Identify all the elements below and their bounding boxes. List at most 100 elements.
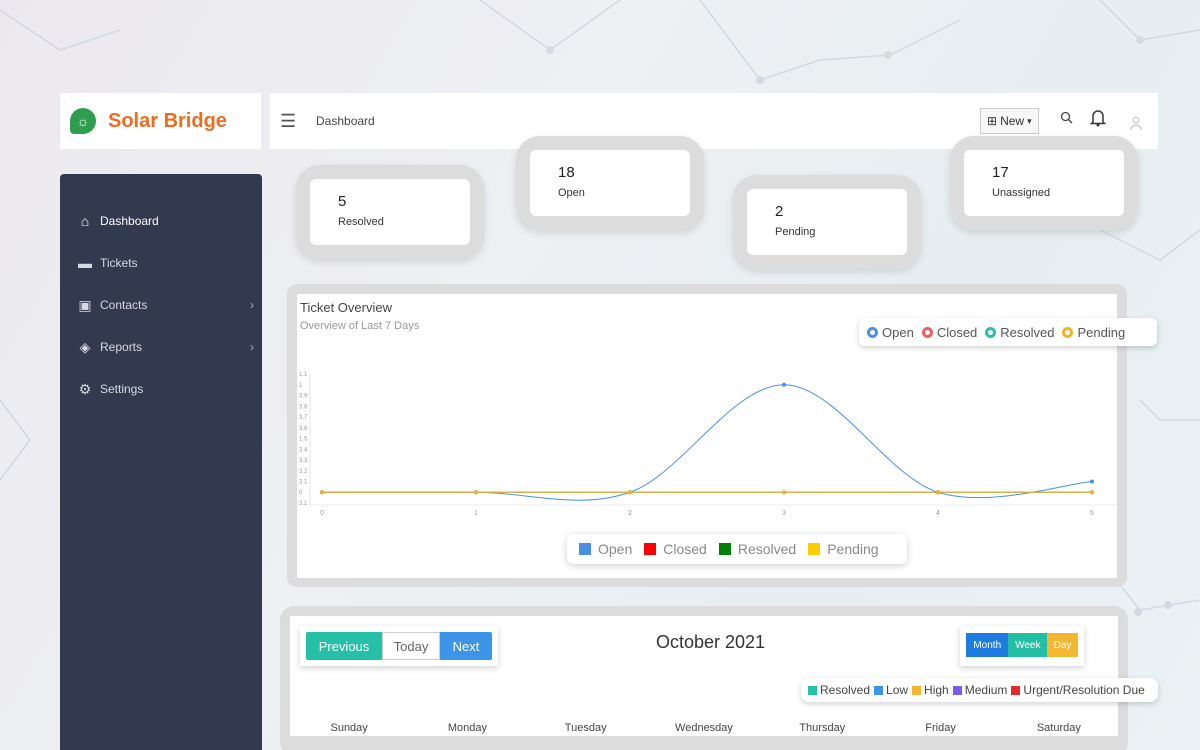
legend-item-high: High <box>912 683 949 697</box>
sidebar-item-contacts[interactable]: ▣ Contacts › <box>60 284 262 326</box>
sidebar: ⌂ Dashboard ▬ Tickets ▣ Contacts › ◈ Rep… <box>60 174 262 750</box>
legend-label: High <box>924 683 949 697</box>
legend-item-resolved[interactable]: Resolved <box>718 541 796 557</box>
legend-ring <box>921 326 933 338</box>
legend-item-pending[interactable]: Pending <box>808 541 879 557</box>
previous-button[interactable]: Previous <box>306 632 382 660</box>
bell-icon[interactable] <box>1089 109 1107 130</box>
x-tick-label: 4 <box>936 510 940 517</box>
x-tick-label: 0 <box>320 510 324 517</box>
stat-card-resolved[interactable]: 5 Resolved <box>296 165 484 259</box>
next-button[interactable]: Next <box>440 632 492 660</box>
legend-swatch <box>718 543 731 555</box>
y-tick-label: 3.8 <box>299 404 308 410</box>
sidebar-item-reports[interactable]: ◈ Reports › <box>60 326 262 368</box>
week-view-button[interactable]: Week <box>1008 633 1048 657</box>
stat-value: 18 <box>558 164 575 181</box>
stat-label: Open <box>558 187 585 199</box>
legend-swatch <box>874 685 884 695</box>
weekday-label: Saturday <box>1036 722 1081 734</box>
stat-label: Pending <box>775 226 816 238</box>
day-view-button[interactable]: Day <box>1047 633 1078 657</box>
legend-swatch <box>579 543 591 555</box>
y-tick-label: 3.7 <box>299 415 308 421</box>
legend-item-resolved[interactable]: Resolved <box>985 325 1054 340</box>
weekday-label: Wednesday <box>675 722 733 734</box>
chart-legend-top: Open Closed Resolved Pending <box>859 318 1157 346</box>
legend-label: Urgent/Resolution Due <box>1023 683 1145 697</box>
sidebar-item-settings[interactable]: ⚙ Settings <box>60 368 262 410</box>
legend-swatch <box>952 685 962 695</box>
sidebar-item-label: Dashboard <box>100 214 159 228</box>
legend-item-low: Low <box>874 683 908 697</box>
legend-item-open[interactable]: Open <box>579 541 632 557</box>
x-tick-label: 5 <box>1090 510 1094 517</box>
y-tick-label: 3.6 <box>299 426 308 432</box>
weekday-label: Sunday <box>330 722 368 734</box>
legend-label: Open <box>598 541 633 557</box>
calendar-panel: Previous Today Next October 2021 Month W… <box>280 606 1158 750</box>
legend-item-open[interactable]: Open <box>867 325 914 340</box>
brand-logo[interactable]: ☼ Solar Bridge <box>60 93 261 149</box>
stat-card-pending[interactable]: 2 Pending <box>733 175 921 269</box>
weekday-header: Sunday Monday Tuesday Wednesday Thursday… <box>290 722 1118 734</box>
legend-label: Closed <box>936 324 978 340</box>
weekday-label: Monday <box>447 722 487 734</box>
data-point-pending <box>628 490 632 495</box>
sidebar-item-tickets[interactable]: ▬ Tickets <box>60 242 262 284</box>
calendar: Previous Today Next October 2021 Month W… <box>290 616 1158 736</box>
ticket-icon: ▬ <box>78 255 92 271</box>
legend-label: Pending <box>827 541 879 557</box>
y-tick-label: 3.4 <box>299 447 308 453</box>
chart-container: Ticket Overview Overview of Last 7 Days … <box>297 294 1157 578</box>
calendar-nav-group: Previous Today Next <box>300 626 498 666</box>
y-tick-label: 3.2 <box>299 469 308 475</box>
contact-card-icon: ▣ <box>78 296 92 313</box>
stat-value: 17 <box>992 164 1009 181</box>
x-tick-label: 1 <box>474 510 478 517</box>
weekday-label: Friday <box>925 722 956 734</box>
legend-ring <box>985 326 997 338</box>
gear-icon: ⚙ <box>78 380 92 397</box>
chevron-right-icon: › <box>250 298 254 312</box>
today-button[interactable]: Today <box>382 632 440 660</box>
legend-ring <box>1062 326 1074 338</box>
layers-icon: ◈ <box>79 338 91 355</box>
hamburger-icon[interactable]: ☰ <box>280 111 298 132</box>
legend-label: Medium <box>964 683 1008 697</box>
legend-item-closed[interactable]: Closed <box>644 541 707 557</box>
calendar-legend: Resolved Low High Medium Urgent/Resoluti… <box>801 678 1158 702</box>
y-tick-label: 3.1 <box>299 480 308 486</box>
sun-leaf-icon: ☼ <box>70 108 96 134</box>
legend-item-pending[interactable]: Pending <box>1062 325 1125 340</box>
search-icon[interactable] <box>1060 111 1073 127</box>
legend-label: Resolved <box>820 683 871 697</box>
sidebar-item-dashboard[interactable]: ⌂ Dashboard <box>60 200 262 242</box>
chevron-right-icon: › <box>250 340 254 354</box>
stat-card-open[interactable]: 18 Open <box>516 136 704 230</box>
chart-legend-bottom: Open Closed Resolved Pending <box>567 534 907 564</box>
y-tick-label: 1.5 <box>299 437 308 443</box>
legend-item-resolved: Resolved <box>808 683 870 697</box>
stat-value: 5 <box>338 193 347 210</box>
data-point-open <box>1090 479 1094 484</box>
x-tick-label: 3 <box>782 510 786 517</box>
legend-item-closed[interactable]: Closed <box>921 324 978 340</box>
stat-label: Unassigned <box>992 187 1051 199</box>
sidebar-item-label: Contacts <box>100 298 148 312</box>
legend-swatch <box>1011 685 1021 695</box>
new-button[interactable]: ⊞ New ▾ <box>980 108 1039 134</box>
legend-swatch <box>808 685 817 695</box>
chevron-down-icon: ▾ <box>1027 115 1032 126</box>
legend-label: Pending <box>1077 324 1126 340</box>
user-icon[interactable] <box>1130 115 1142 134</box>
new-button-label: New <box>1000 114 1025 128</box>
data-point-pending <box>320 490 324 495</box>
home-icon: ⌂ <box>80 213 90 229</box>
month-view-button[interactable]: Month <box>966 633 1009 657</box>
stat-card-unassigned[interactable]: 17 Unassigned <box>950 136 1138 230</box>
legend-swatch <box>644 543 657 555</box>
stat-value: 2 <box>775 203 784 220</box>
data-point-pending <box>936 490 940 495</box>
y-tick-label: 3.1 <box>299 501 308 507</box>
